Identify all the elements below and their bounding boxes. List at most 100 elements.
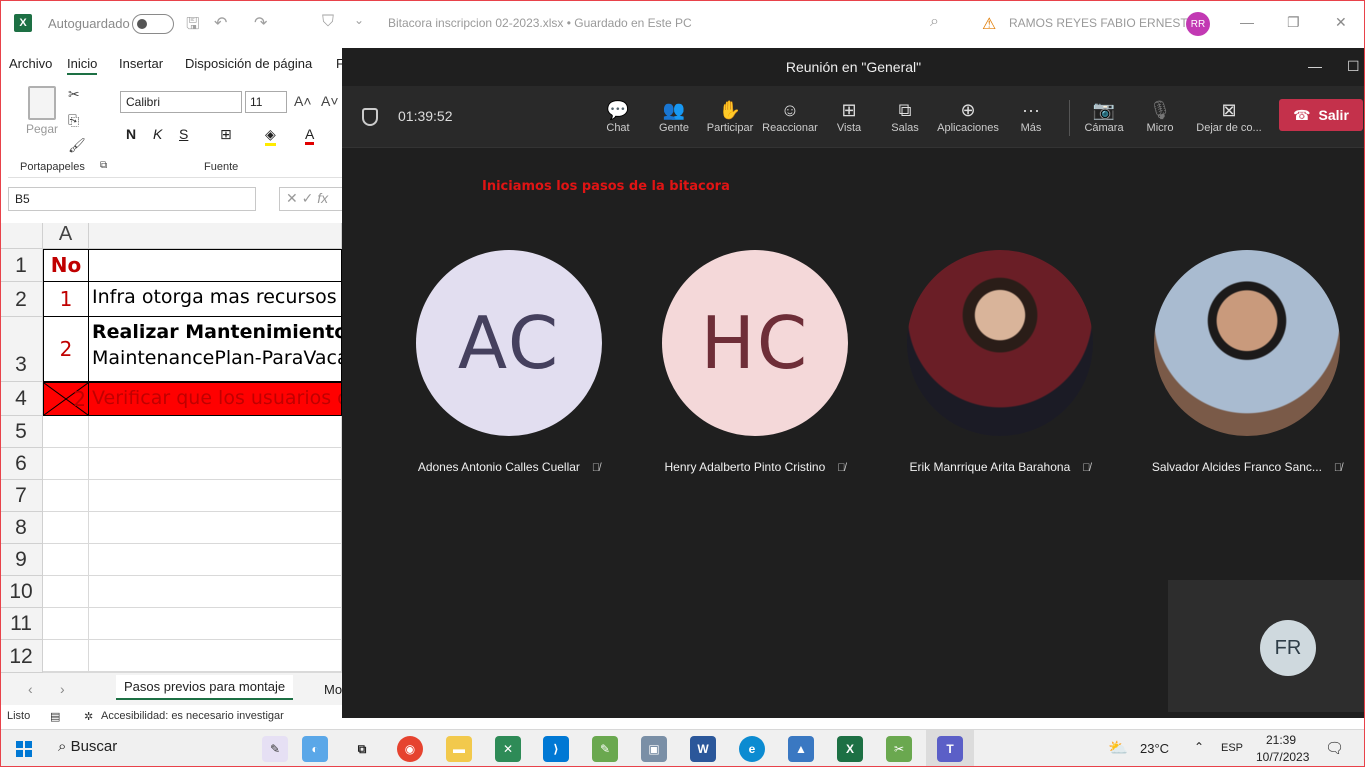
fill-color-icon[interactable]: ◈ [265,126,276,146]
more-button[interactable]: ··· Más [996,98,1066,134]
teams-minimize-icon[interactable]: — [1308,58,1322,74]
mic-button[interactable]: 🎙 Micro [1125,98,1195,134]
borders-icon[interactable]: ⊞ [220,126,232,143]
customize-toolbar-icon[interactable]: ⌄ [354,13,364,27]
status-accessibility[interactable]: Accesibilidad: es necesario investigar [101,710,284,722]
undo-icon[interactable]: ↶ [214,13,227,33]
row-header[interactable]: 7 [0,480,43,512]
teams-icon[interactable]: T [937,736,963,762]
chevron-up-icon[interactable]: ⌃ [1194,740,1204,754]
format-painter-icon[interactable]: 🖌 [68,137,86,154]
autosave-toggle[interactable] [132,14,174,34]
language-indicator[interactable]: ESP [1221,742,1243,754]
close-icon[interactable]: ✕ [1335,14,1347,31]
restore-icon[interactable]: ❐ [1287,14,1300,31]
stop-sharing-button[interactable]: ⊠ Dejar de co... [1194,98,1264,134]
tab-archivo[interactable]: Archivo [9,56,52,71]
font-size-select[interactable]: 11 [245,91,287,113]
copy-icon[interactable]: ⎘ [68,112,79,129]
participant-tile[interactable]: HC Henry Adalberto Pinto Cristino 🎙̸ [640,250,870,474]
temperature[interactable]: 23°C [1140,741,1169,756]
clock-date[interactable]: 10/7/2023 [1256,750,1309,764]
remote-desktop-icon[interactable]: ▣ [641,736,667,762]
file-explorer-icon[interactable]: ▬ [446,736,472,762]
select-all-corner[interactable] [0,223,43,249]
paste-icon[interactable] [28,86,56,120]
windows-start-icon[interactable] [16,741,32,757]
row-header[interactable]: 1 [0,249,43,282]
save-icon[interactable]: 🖫 [186,13,200,40]
cut-icon[interactable]: ✂ [68,86,80,103]
column-header-a[interactable]: A [43,223,89,249]
row-header[interactable]: 11 [0,608,43,640]
photos-icon[interactable]: ▲ [788,736,814,762]
macro-icon[interactable]: ▤ [50,710,60,723]
rooms-button[interactable]: ⧉ Salas [870,98,940,134]
accessibility-icon[interactable]: ✲ [84,710,93,723]
row-header[interactable]: 12 [0,640,43,673]
teams-maximize-icon[interactable]: ☐ [1347,58,1360,75]
column-a-empty-cells[interactable] [43,416,89,673]
row-header[interactable]: 2 [0,282,43,317]
participant-tile[interactable]: AC Adones Antonio Calles Cuellar 🎙̸ [394,250,624,474]
vscode-icon[interactable]: ⟩ [543,736,569,762]
participant-tile[interactable]: Erik Manrrique Arita Barahona 🎙̸ [885,250,1115,474]
redo-icon[interactable]: ↷ [254,13,267,33]
clock-time[interactable]: 21:39 [1266,733,1296,747]
self-view-tile[interactable]: FR [1168,580,1365,712]
paste-label[interactable]: Pegar [26,122,58,136]
underline-button[interactable]: S [179,126,188,142]
tab-inicio[interactable]: Inicio [67,56,98,75]
document-title[interactable]: Bitacora inscripcion 02-2023.xlsx • Guar… [388,16,692,30]
chrome-icon[interactable]: ◉ [397,736,423,762]
cell-b2[interactable]: Infra otorga mas recursos a [88,281,342,317]
task-view-icon[interactable]: ⧉ [349,736,375,762]
font-color-icon[interactable]: A [305,126,315,145]
minimize-icon[interactable]: — [1240,14,1254,30]
name-box[interactable]: B5 [8,187,256,211]
filter-icon[interactable]: ⛉ [322,13,334,31]
next-sheet-icon[interactable]: › [60,681,65,697]
cell-b3[interactable]: Realizar Mantenimiento a MaintenancePlan… [88,316,342,382]
notifications-icon[interactable]: 🗨 [1325,739,1344,757]
excel-icon[interactable]: X [837,736,863,762]
tab-disposicion[interactable]: Disposición de página [185,56,312,71]
row-header[interactable]: 4 [0,382,43,416]
participant-tile[interactable]: Salvador Alcides Franco Sanc... 🎙̸ [1132,250,1362,474]
tools-icon[interactable]: ✂ [886,736,912,762]
increase-font-icon[interactable]: A˄ [294,93,312,109]
cell-b4[interactable]: Verificar que los usuarios d [88,382,342,416]
decrease-font-icon[interactable]: A˅ [321,93,339,109]
sheet-tab-next[interactable]: Mo [324,682,342,697]
column-b-empty-cells[interactable] [89,416,342,673]
shield-icon[interactable] [362,108,378,126]
search-highlight-icon-2[interactable]: ◐ [302,736,328,762]
cell-a2[interactable]: 1 [43,281,89,317]
tab-insertar[interactable]: Insertar [119,56,163,71]
leave-button[interactable]: ☎ Salir [1279,99,1363,131]
font-name-select[interactable]: Calibri [120,91,242,113]
row-header[interactable]: 10 [0,576,43,608]
search-highlight-icon[interactable]: ✎ [262,736,288,762]
cell-a1[interactable]: No [43,249,89,282]
column-header-b[interactable] [89,223,342,249]
user-avatar[interactable]: RR [1186,12,1210,36]
sheet-tab-active[interactable]: Pasos previos para montaje [116,675,294,700]
row-header[interactable]: 3 [0,317,43,382]
word-icon[interactable]: W [690,736,716,762]
prev-sheet-icon[interactable]: ‹ [28,681,33,697]
row-header[interactable]: 8 [0,512,43,544]
row-header[interactable]: 5 [0,416,43,448]
dialog-launcher-icon[interactable]: ⧉ [100,160,107,171]
cell-a4[interactable]: 2 [43,382,89,416]
apps-button[interactable]: ⊕ Aplicaciones [933,98,1003,134]
italic-button[interactable]: K [153,126,162,142]
row-header[interactable]: 6 [0,448,43,480]
edge-icon[interactable]: e [739,736,765,762]
weather-icon[interactable]: ⛅ [1108,738,1128,758]
row-header[interactable]: 9 [0,544,43,576]
excel-tool-icon[interactable]: ✕ [495,736,521,762]
search-icon[interactable]: ⌕ [930,13,939,31]
taskbar-search[interactable]: ⌕ Buscar [58,738,117,755]
warning-icon[interactable]: ⚠ [982,14,996,34]
